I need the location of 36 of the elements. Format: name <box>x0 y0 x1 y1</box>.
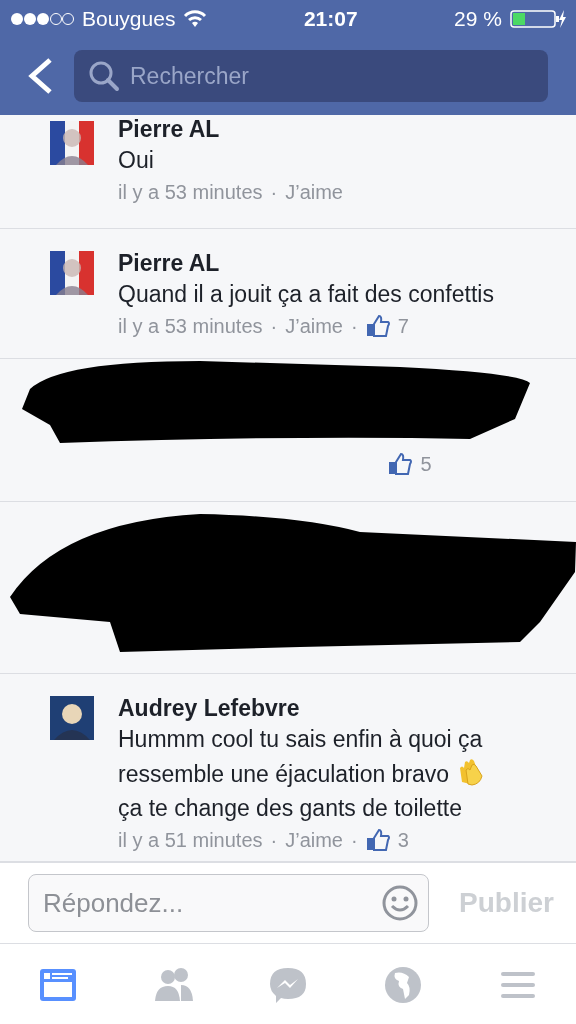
separator-dot: · <box>270 314 278 339</box>
globe-icon[interactable] <box>383 964 424 1005</box>
like-count: 7 <box>397 314 409 339</box>
comment-text: Hummm cool tu sais enfin à quoi ça ressemble une éjaculation bravo ça te change des gants de toilette <box>118 722 560 825</box>
comment-text: Quand il a jouit ça a fait des confettis <box>118 280 494 309</box>
thumbs-up-icon <box>365 314 390 338</box>
comment-text: Oui <box>118 146 155 175</box>
author-name[interactable]: Pierre AL <box>118 115 343 143</box>
separator-dot: · <box>351 314 358 339</box>
author-name[interactable]: Pierre AL <box>118 249 494 277</box>
author-name[interactable]: Audrey Lefebvre <box>118 694 560 722</box>
search-icon <box>88 60 120 92</box>
thumbs-up-icon <box>388 452 413 476</box>
like-link[interactable]: J’aime <box>285 825 343 855</box>
separator-dot: · <box>270 180 278 205</box>
like-link[interactable]: J’aime <box>285 177 343 207</box>
emoji-icon[interactable] <box>381 884 420 922</box>
comment-time: il y a 51 minutes <box>118 828 263 853</box>
comment-time: il y a 53 minutes <box>118 180 263 205</box>
wifi-icon <box>183 10 208 28</box>
separator-dot: · <box>270 828 278 853</box>
separator-dot: · <box>351 828 358 853</box>
avatar-icon <box>50 696 94 740</box>
battery-icon <box>510 9 566 29</box>
signal-icon <box>10 12 74 26</box>
avatar-icon <box>50 251 94 295</box>
comment-time: il y a 53 minutes <box>118 314 263 339</box>
carrier-name: Bouygues <box>82 6 176 33</box>
avatar-icon <box>50 121 94 165</box>
like-link[interactable]: J’aime <box>285 311 343 341</box>
thumbs-up-icon <box>365 828 390 852</box>
like-count: 5 <box>420 452 432 477</box>
battery-percent: 29 % <box>454 6 502 33</box>
search-field[interactable]: Rechercher <box>74 50 548 102</box>
status-time: 21:07 <box>302 6 359 33</box>
like-count: 3 <box>397 828 409 853</box>
